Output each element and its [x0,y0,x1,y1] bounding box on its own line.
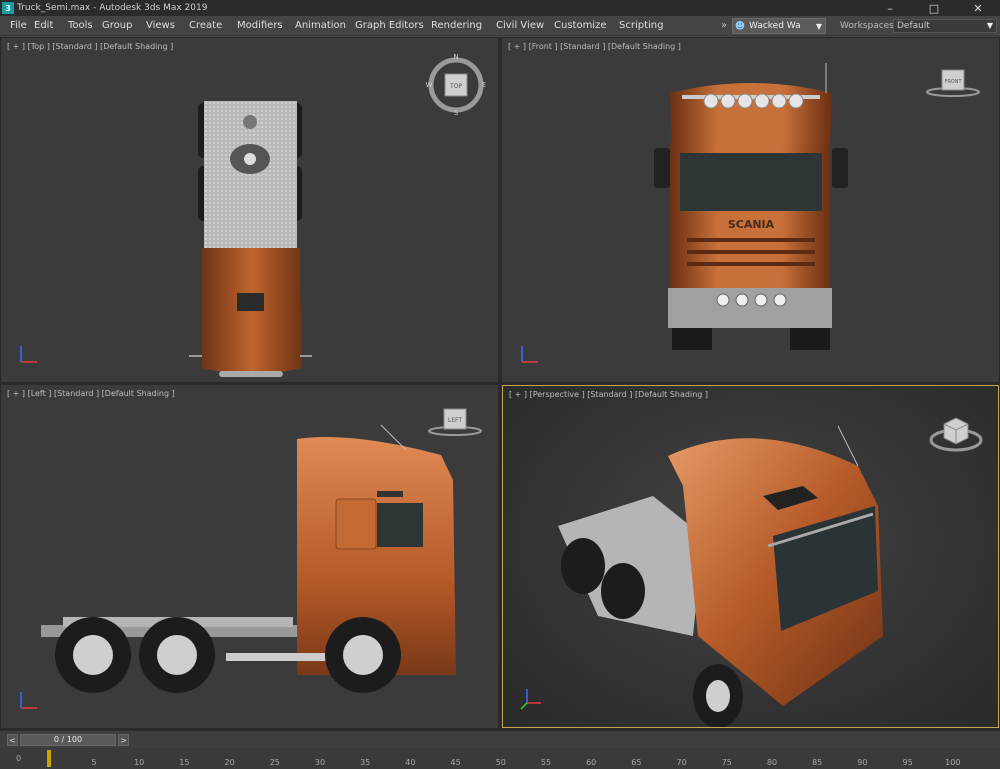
timeline-tick-label: 60 [586,758,597,767]
menu-item-file[interactable]: File [0,16,34,36]
timeline-tick-label: 45 [450,758,461,767]
close-button[interactable]: ✕ [956,0,1000,16]
menu-items: File Edit Tools Group Views Create Modifiers An… [0,16,689,36]
viewcube-left[interactable]: LEFT [425,405,485,441]
timeline-tick-label: 70 [676,758,687,767]
timeline-tick-label: 80 [766,758,778,767]
viewport-perspective-label[interactable]: [ + ] [Perspective ] [Standard ] [Defaul… [509,390,708,399]
workspaces-label: Workspaces: [840,21,897,31]
time-scrubber[interactable] [47,750,51,767]
minimize-button[interactable]: – [868,0,912,16]
timeline-tick-label: 75 [721,758,732,767]
menu-item-group[interactable]: Group [102,16,146,36]
title-bar: 3 Truck_Semi.max - Autodesk 3ds Max 2019… [0,0,1000,16]
user-name: Wacked Wa [749,21,801,31]
next-frame-button[interactable]: > [118,734,129,746]
timeline-tick-label: 40 [405,758,416,767]
menu-item-edit[interactable]: Edit [34,16,68,36]
axis-tripod-icon [520,689,541,710]
svg-text:TOP: TOP [449,83,462,90]
timeline-tick-label: 50 [495,758,506,767]
viewport-left[interactable]: [ + ] [Left ] [Standard ] [Default Shadi… [1,385,498,728]
menu-item-customize[interactable]: Customize [554,16,619,36]
menu-item-animation[interactable]: Animation [295,16,355,36]
axis-tripod-icon [521,346,538,363]
menu-overflow-button[interactable]: » [721,16,727,36]
svg-text:E: E [482,81,486,89]
menu-bar: File Edit Tools Group Views Create Modifiers An… [0,16,1000,36]
axis-tripod-icon [20,346,37,363]
chevron-down-icon: ▼ [986,21,994,30]
menu-item-views[interactable]: Views [146,16,189,36]
user-account-dropdown[interactable]: ☻ Wacked Wa ▼ [732,18,826,34]
left-view-truck [41,424,456,693]
axis-tripod-icon [20,692,37,709]
user-icon: ☻ [734,20,746,32]
timeline-tick-label: 65 [631,758,642,767]
window-controls: – □ ✕ [868,0,1000,16]
timeline-tick-label: 10 [134,758,145,767]
timeline-tick-label: 90 [857,758,868,767]
window-title: Truck_Semi.max - Autodesk 3ds Max 2019 [17,3,208,13]
viewport-left-label[interactable]: [ + ] [Left ] [Standard ] [Default Shadi… [7,389,175,398]
timeline-tick-label: 25 [269,758,280,767]
timeline-tick-label: 100 [945,758,961,767]
top-view-truck [189,101,312,377]
workspace-select[interactable]: Default ▼ [893,19,997,33]
viewport-top-label[interactable]: [ + ] [Top ] [Standard ] [Default Shadin… [7,42,173,51]
svg-text:FRONT: FRONT [944,79,962,85]
svg-text:S: S [454,109,459,116]
menu-item-scripting[interactable]: Scripting [619,16,689,36]
viewport-front-label[interactable]: [ + ] [Front ] [Standard ] [Default Shad… [508,42,681,51]
timeline-tick-label: 35 [360,758,371,767]
svg-text:SCANIA: SCANIA [728,218,775,231]
track-bar[interactable]: 0 5 10 15 20 25 30 35 40 45 50 55 60 65 70 75 80 85 90 95 1… [0,748,1000,769]
timeline-tick-label: 55 [540,758,552,767]
perspective-view-truck [558,425,883,727]
timeline-tick-label: 15 [179,758,190,767]
menu-item-civil-view[interactable]: Civil View [496,16,554,36]
workspace-value: Default [897,21,930,31]
menu-item-create[interactable]: Create [189,16,237,36]
time-slider[interactable]: 0 / 100 [20,734,116,746]
viewport-area: [ + ] [Top ] [Standard ] [Default Shadin… [0,37,1000,730]
menu-item-rendering[interactable]: Rendering [431,16,496,36]
timeline-tick-label: 20 [224,758,235,767]
viewcube-front[interactable]: FRONT [922,66,982,102]
timeline-tick-label: 85 [812,758,823,767]
viewport-front[interactable]: SCANIA [ + ] [Front ] [Standard ] [Defau… [502,38,999,382]
maximize-button[interactable]: □ [912,0,956,16]
time-slider-bar: < 0 / 100 > [0,730,1000,748]
menu-item-tools[interactable]: Tools [68,16,102,36]
svg-text:LEFT: LEFT [448,417,462,424]
viewport-perspective[interactable]: [ + ] [Perspective ] [Standard ] [Defaul… [502,385,999,728]
timeline-tick-label: 5 [91,758,97,767]
menu-item-graph-editors[interactable]: Graph Editors [355,16,431,36]
chevron-down-icon: ▼ [815,21,823,31]
timeline-tick-label: 30 [314,758,326,767]
prev-frame-button[interactable]: < [7,734,18,746]
timeline-tick-label: 95 [902,758,913,767]
viewcube-compass[interactable]: TOP N E S W [425,52,489,116]
3ds-max-app-icon[interactable]: 3 [2,2,14,14]
track-start-label: 0 [16,754,22,763]
viewcube-perspective[interactable] [927,406,985,458]
viewport-top[interactable]: [ + ] [Top ] [Standard ] [Default Shadin… [1,38,498,382]
menu-item-modifiers[interactable]: Modifiers [237,16,295,36]
svg-text:N: N [453,53,458,61]
svg-text:W: W [426,81,433,89]
